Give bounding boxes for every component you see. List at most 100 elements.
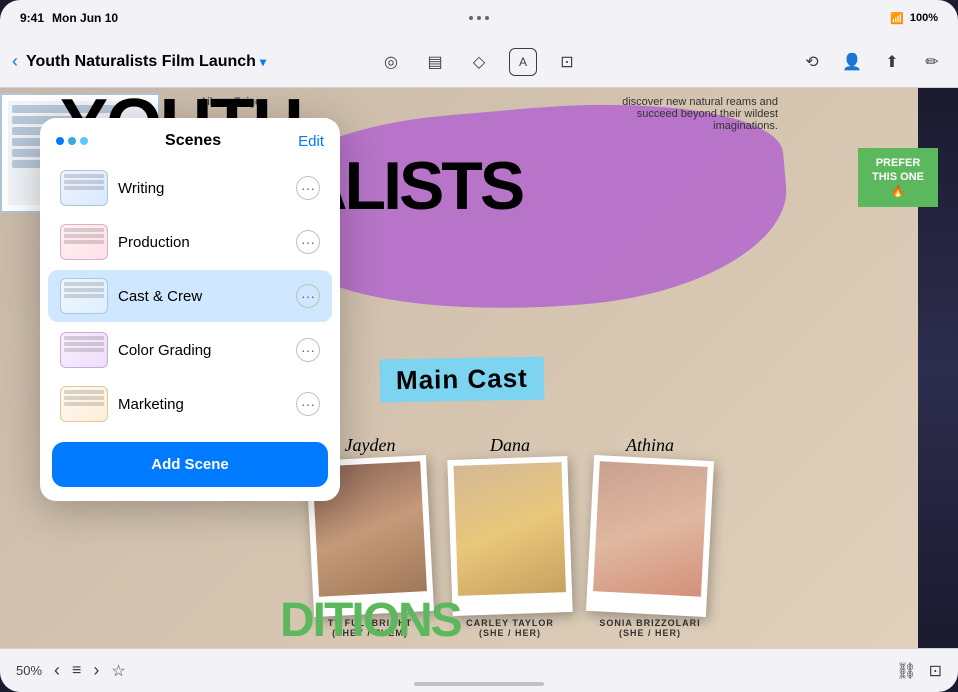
scene-thumb-production — [60, 224, 108, 260]
dot-3 — [80, 137, 88, 145]
scenes-panel: Scenes Edit Writing ··· — [40, 118, 340, 501]
thumb-line — [64, 234, 104, 238]
toolbar-photo-icon[interactable]: ⊡ — [553, 48, 581, 76]
prev-page-button[interactable]: ‹ — [54, 660, 60, 681]
sticky-note: PREFER THIS ONE 🔥 — [858, 148, 938, 207]
cast-script-name-1: Jayden — [345, 435, 396, 456]
scene-more-color[interactable]: ··· — [296, 338, 320, 362]
status-dot-3 — [485, 16, 489, 20]
scene-item-production[interactable]: Production ··· — [48, 216, 332, 268]
date-display: Mon Jun 10 — [52, 11, 118, 25]
back-button[interactable]: ‹ — [12, 51, 18, 72]
scene-item-color-grading[interactable]: Color Grading ··· — [48, 324, 332, 376]
dot-2 — [68, 137, 76, 145]
thumb-line — [64, 180, 104, 184]
cast-name-3: SONIA BRIZZOLARI (SHE / HER) — [599, 618, 700, 638]
toolbar-circle-icon[interactable]: ◎ — [377, 48, 405, 76]
thumb-line — [64, 186, 104, 190]
title-chevron-icon: ▾ — [260, 55, 266, 69]
polaroid-img-2 — [454, 462, 566, 596]
description-overlay: discover new natural reams and succeed b… — [618, 96, 778, 132]
toolbar-center: ◎ ▤ ◇ A ⊡ — [377, 48, 581, 76]
cast-script-name-3: Athina — [626, 435, 674, 456]
scene-thumb-cast — [60, 278, 108, 314]
thumb-line — [64, 288, 104, 292]
thumb-line — [64, 228, 104, 232]
scene-more-cast[interactable]: ··· — [296, 284, 320, 308]
add-scene-button[interactable]: Add Scene — [52, 442, 328, 487]
edit-icon[interactable]: ✏ — [918, 48, 946, 76]
thumb-line — [64, 294, 104, 298]
thumb-line — [64, 336, 104, 340]
thumb-inner-color — [61, 333, 107, 367]
ipad-frame: 9:41 Mon Jun 10 📶 100% ‹ Youth Naturalis… — [0, 0, 958, 692]
share-icon[interactable]: ⬆ — [878, 48, 906, 76]
thumb-line — [64, 402, 104, 406]
thumb-line — [64, 174, 104, 178]
scene-item-marketing[interactable]: Marketing ··· — [48, 378, 332, 430]
scene-more-marketing[interactable]: ··· — [296, 392, 320, 416]
scene-item-writing[interactable]: Writing ··· — [48, 162, 332, 214]
thumb-line — [64, 342, 104, 346]
scene-more-production[interactable]: ··· — [296, 230, 320, 254]
status-dot-2 — [477, 16, 481, 20]
thumb-line — [64, 282, 104, 286]
toolbar-text-icon[interactable]: A — [509, 48, 537, 76]
canvas-area[interactable]: Aileen Zeigen discover new natural reams… — [0, 88, 958, 648]
scenes-edit-button[interactable]: Edit — [298, 133, 324, 150]
toolbar-layout-icon[interactable]: ▤ — [421, 48, 449, 76]
scenes-dots — [56, 137, 88, 145]
status-bar: 9:41 Mon Jun 10 📶 100% — [0, 0, 958, 36]
scene-name-marketing: Marketing — [118, 396, 286, 413]
bottom-bar-left: 50% ‹ ≡ › ☆ — [16, 660, 126, 681]
thumb-inner-marketing — [61, 387, 107, 421]
scenes-panel-header: Scenes Edit — [40, 118, 340, 160]
collaborate-icon[interactable]: ⟲ — [798, 48, 826, 76]
scene-thumb-writing — [60, 170, 108, 206]
toolbar: ‹ Youth Naturalists Film Launch ▾ ◎ ▤ ◇ … — [0, 36, 958, 88]
scene-name-production: Production — [118, 234, 286, 251]
scene-name-cast: Cast & Crew — [118, 288, 286, 305]
scene-thumb-marketing — [60, 386, 108, 422]
scene-more-writing[interactable]: ··· — [296, 176, 320, 200]
toolbar-diamond-icon[interactable]: ◇ — [465, 48, 493, 76]
dot-1 — [56, 137, 64, 145]
main-cast-label: Main Cast — [380, 357, 545, 403]
toolbar-right: ⟲ 👤 ⬆ ✏ — [798, 48, 946, 76]
home-indicator — [414, 682, 544, 686]
auditions-text: DITIONS — [280, 593, 461, 648]
thumb-line — [64, 240, 104, 244]
wifi-icon: 📶 — [890, 12, 904, 25]
project-title-text: Youth Naturalists Film Launch — [26, 53, 256, 71]
status-bar-center — [469, 16, 489, 20]
scene-item-cast-crew[interactable]: Cast & Crew ··· — [48, 270, 332, 322]
cast-item-2: Dana CARLEY TAYLOR (SHE / HER) — [450, 435, 570, 638]
battery-label: 100% — [910, 12, 938, 24]
cast-name-2: CARLEY TAYLOR (SHE / HER) — [466, 618, 554, 638]
status-dot-1 — [469, 16, 473, 20]
next-page-button[interactable]: › — [93, 660, 99, 681]
zoom-level[interactable]: 50% — [16, 663, 42, 678]
status-bar-left: 9:41 Mon Jun 10 — [20, 11, 118, 25]
scene-name-writing: Writing — [118, 180, 286, 197]
cast-script-name-2: Dana — [490, 435, 530, 456]
thumb-line — [64, 348, 104, 352]
bottom-bar-right: ⛓ ⊡ — [896, 661, 942, 681]
polaroid-img-3 — [593, 461, 708, 596]
time-display: 9:41 — [20, 11, 44, 25]
view-mode-icon[interactable]: ⊡ — [929, 661, 942, 681]
cast-item-3: Athina SONIA BRIZZOLARI (SHE / HER) — [590, 435, 710, 638]
thumb-inner-writing — [61, 171, 107, 205]
thumb-inner-production — [61, 225, 107, 259]
scene-thumb-color — [60, 332, 108, 368]
polaroid-3 — [586, 455, 714, 617]
bookmark-icon[interactable]: ☆ — [111, 661, 125, 681]
project-title[interactable]: Youth Naturalists Film Launch ▾ — [26, 53, 266, 71]
link-icon[interactable]: ⛓ — [896, 661, 916, 681]
scenes-title: Scenes — [165, 132, 221, 150]
user-icon[interactable]: 👤 — [838, 48, 866, 76]
thumb-inner-cast — [61, 279, 107, 313]
status-bar-right: 📶 100% — [890, 12, 938, 25]
polaroid-2 — [447, 456, 572, 616]
list-view-icon[interactable]: ≡ — [72, 662, 81, 680]
